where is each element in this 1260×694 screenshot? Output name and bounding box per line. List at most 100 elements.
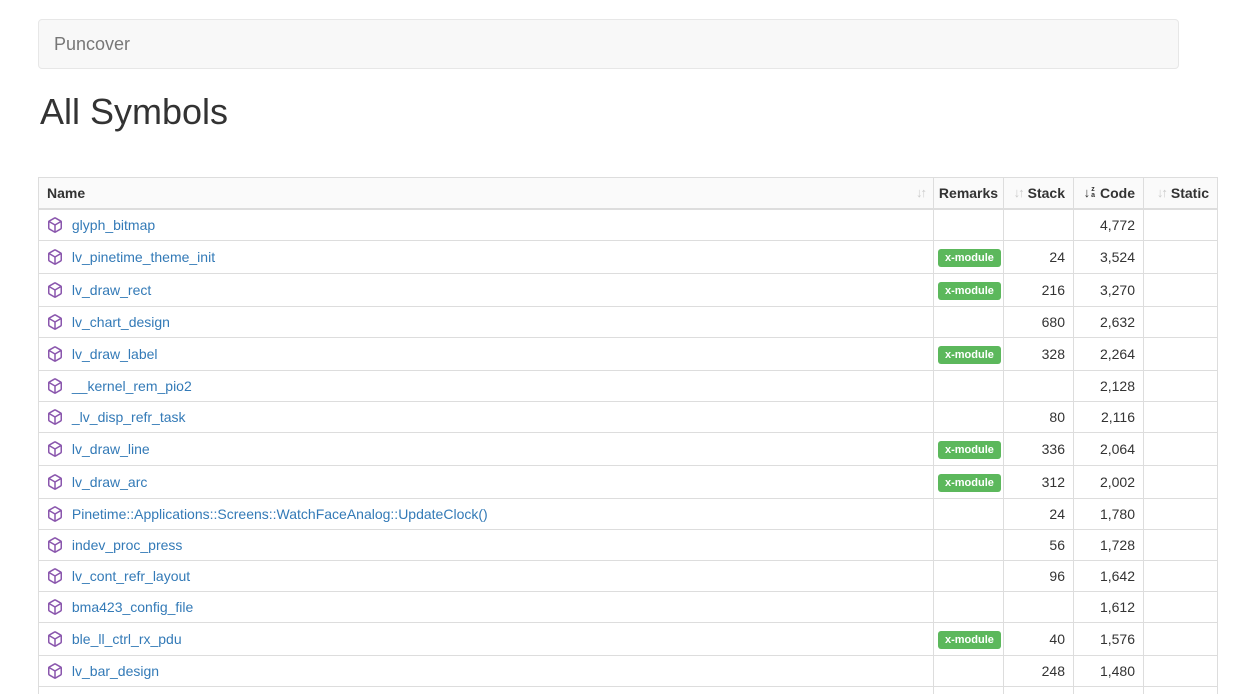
symbol-link[interactable]: lv_cont_refr_layout — [72, 568, 190, 584]
static-cell — [1144, 274, 1218, 307]
page-container: Puncover All Symbols Name ↓↑ Remarks — [38, 19, 1222, 694]
symbol-link[interactable]: lv_bar_design — [72, 663, 159, 679]
static-cell — [1144, 338, 1218, 371]
package-icon — [47, 378, 63, 394]
sort-descending-icon[interactable]: ↓ z a — [1084, 184, 1095, 202]
stack-cell: 680 — [1004, 307, 1074, 338]
package-icon — [47, 346, 63, 362]
column-header-static[interactable]: ↓↑ Static — [1144, 178, 1218, 210]
column-header-stack[interactable]: ↓↑ Stack — [1004, 178, 1074, 210]
package-icon — [47, 537, 63, 553]
remarks-cell — [934, 499, 1004, 530]
sort-both-icon[interactable]: ↓↑ — [916, 184, 925, 202]
package-icon — [47, 314, 63, 330]
symbol-name-cell: bma423_config_file — [39, 592, 934, 623]
stack-cell — [1004, 209, 1074, 241]
stack-cell: 80 — [1004, 402, 1074, 433]
table-row: inv_arc_area 88 1,402 — [39, 687, 1218, 694]
remarks-cell — [934, 530, 1004, 561]
symbol-link[interactable]: glyph_bitmap — [72, 217, 155, 233]
column-header-name[interactable]: Name ↓↑ — [39, 178, 934, 210]
column-label-code: Code — [1100, 184, 1135, 202]
symbol-link[interactable]: lv_chart_design — [72, 314, 170, 330]
symbols-table: Name ↓↑ Remarks ↓↑ Stack — [38, 177, 1218, 694]
package-icon — [47, 282, 63, 298]
code-cell: 1,480 — [1074, 656, 1144, 687]
static-cell — [1144, 241, 1218, 274]
symbol-link[interactable]: lv_draw_arc — [72, 474, 147, 490]
symbol-link[interactable]: Pinetime::Applications::Screens::WatchFa… — [72, 506, 488, 522]
package-icon — [47, 217, 63, 233]
package-icon — [47, 599, 63, 615]
code-cell: 2,128 — [1074, 371, 1144, 402]
table-row: lv_chart_design 680 2,632 — [39, 307, 1218, 338]
package-icon — [47, 409, 63, 425]
table-row: glyph_bitmap 4,772 — [39, 209, 1218, 241]
symbol-link[interactable]: _lv_disp_refr_task — [72, 409, 186, 425]
page-title: All Symbols — [40, 91, 1222, 133]
symbol-link[interactable]: bma423_config_file — [72, 599, 193, 615]
table-row: bma423_config_file 1,612 — [39, 592, 1218, 623]
static-cell — [1144, 433, 1218, 466]
package-icon — [47, 441, 63, 457]
sort-both-icon[interactable]: ↓↑ — [1157, 184, 1166, 202]
table-row: lv_draw_rect x-module 216 3,270 — [39, 274, 1218, 307]
sort-arrow-down: ↓ — [1084, 184, 1091, 202]
stack-cell: 96 — [1004, 561, 1074, 592]
static-cell — [1144, 402, 1218, 433]
table-row: lv_pinetime_theme_init x-module 24 3,524 — [39, 241, 1218, 274]
symbol-link[interactable]: lv_draw_line — [72, 441, 150, 457]
symbol-link[interactable]: lv_pinetime_theme_init — [72, 249, 215, 265]
remarks-cell — [934, 371, 1004, 402]
table-row: Pinetime::Applications::Screens::WatchFa… — [39, 499, 1218, 530]
symbol-name-cell: lv_cont_refr_layout — [39, 561, 934, 592]
symbol-link[interactable]: __kernel_rem_pio2 — [72, 378, 192, 394]
column-label-static: Static — [1171, 184, 1209, 202]
x-module-badge: x-module — [938, 249, 1001, 267]
remarks-cell — [934, 561, 1004, 592]
stack-cell: 88 — [1004, 687, 1074, 694]
remarks-cell — [934, 209, 1004, 241]
symbol-link[interactable]: lv_draw_rect — [72, 282, 151, 298]
symbol-link[interactable]: ble_ll_ctrl_rx_pdu — [72, 631, 182, 647]
x-module-badge: x-module — [938, 282, 1001, 300]
remarks-cell — [934, 687, 1004, 694]
stack-cell: 40 — [1004, 623, 1074, 656]
x-module-badge: x-module — [938, 631, 1001, 649]
symbol-link[interactable]: lv_draw_label — [72, 346, 158, 362]
stack-cell: 336 — [1004, 433, 1074, 466]
remarks-cell — [934, 592, 1004, 623]
navbar-brand[interactable]: Puncover — [39, 19, 145, 69]
static-cell — [1144, 530, 1218, 561]
table-row: ble_ll_ctrl_rx_pdu x-module 40 1,576 — [39, 623, 1218, 656]
static-cell — [1144, 623, 1218, 656]
symbols-table-body: glyph_bitmap 4,772 lv_pinetime_theme_ini… — [39, 209, 1218, 694]
code-cell: 1,780 — [1074, 499, 1144, 530]
sort-both-icon[interactable]: ↓↑ — [1014, 184, 1023, 202]
symbol-name-cell: lv_draw_line — [39, 433, 934, 466]
x-module-badge: x-module — [938, 441, 1001, 459]
x-module-badge: x-module — [938, 346, 1001, 364]
remarks-cell: x-module — [934, 433, 1004, 466]
static-cell — [1144, 687, 1218, 694]
static-cell — [1144, 592, 1218, 623]
sort-za-letters: z a — [1091, 187, 1095, 199]
table-row: lv_cont_refr_layout 96 1,642 — [39, 561, 1218, 592]
symbol-name-cell: ble_ll_ctrl_rx_pdu — [39, 623, 934, 656]
stack-cell: 216 — [1004, 274, 1074, 307]
symbol-name-cell: lv_draw_arc — [39, 466, 934, 499]
symbol-name-cell: lv_draw_label — [39, 338, 934, 371]
static-cell — [1144, 499, 1218, 530]
package-icon — [47, 249, 63, 265]
symbol-name-cell: __kernel_rem_pio2 — [39, 371, 934, 402]
code-cell: 2,002 — [1074, 466, 1144, 499]
symbol-link[interactable]: indev_proc_press — [72, 537, 183, 553]
symbols-table-header: Name ↓↑ Remarks ↓↑ Stack — [39, 178, 1218, 210]
symbol-name-cell: lv_pinetime_theme_init — [39, 241, 934, 274]
symbol-name-cell: _lv_disp_refr_task — [39, 402, 934, 433]
symbol-name-cell: Pinetime::Applications::Screens::WatchFa… — [39, 499, 934, 530]
column-header-code[interactable]: ↓ z a Code — [1074, 178, 1144, 210]
static-cell — [1144, 209, 1218, 241]
column-label-name: Name — [47, 184, 85, 202]
x-module-badge: x-module — [938, 474, 1001, 492]
